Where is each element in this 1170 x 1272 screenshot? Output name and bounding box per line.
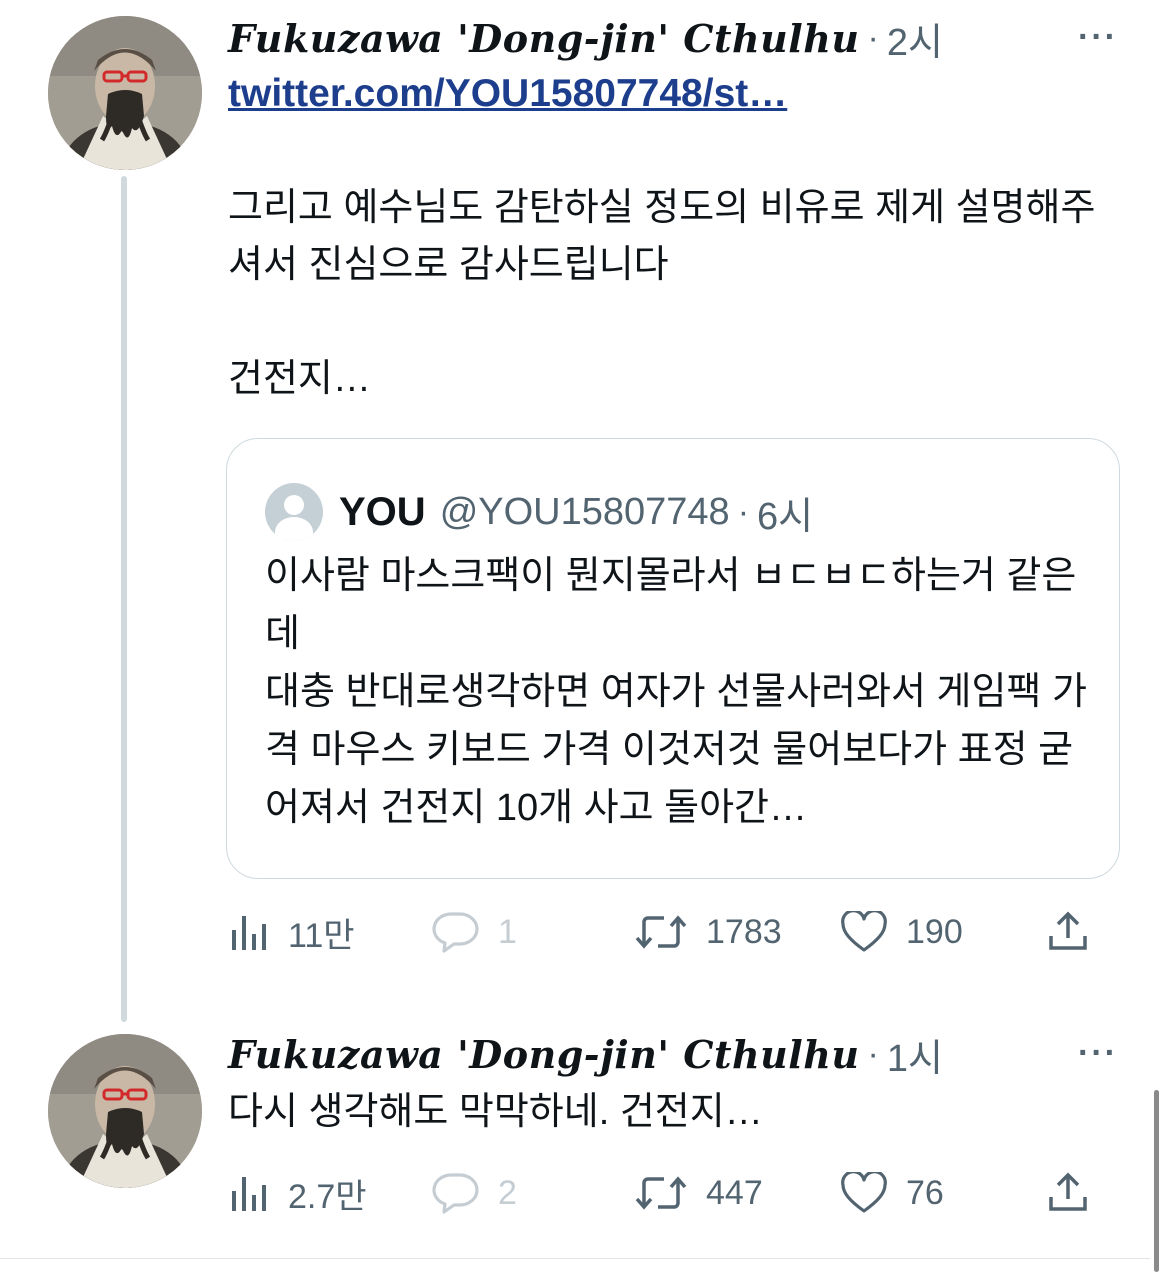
views-button[interactable]: 11만 — [228, 902, 355, 962]
separator-dot: · — [867, 18, 879, 57]
retweet-button[interactable]: 447 — [634, 1163, 763, 1223]
views-count: 11만 — [288, 916, 355, 955]
retweet-arrows-icon — [635, 1176, 687, 1210]
quoted-author-handle: @YOU15807748 — [439, 490, 730, 533]
reply-button[interactable]: 2 — [432, 1163, 517, 1223]
like-button[interactable]: 76 — [840, 1163, 944, 1223]
retweet-count: 1783 — [706, 912, 782, 951]
share-upload-icon — [1049, 911, 1087, 950]
avatar-portrait-icon[interactable] — [48, 1034, 202, 1188]
bar-chart-icon — [232, 1177, 266, 1211]
reply-count: 2 — [498, 1173, 517, 1212]
share-upload-icon — [1049, 1172, 1087, 1211]
quoted-tweet-time: 6시 — [757, 495, 814, 538]
tweet-text: 다시 생각해도 막막하네. 건전지… — [228, 1091, 763, 1133]
thread-connector-line — [121, 176, 127, 1022]
views-count: 2.7만 — [288, 1177, 367, 1216]
views-button[interactable]: 2.7만 — [228, 1163, 367, 1223]
share-button[interactable] — [1046, 902, 1090, 962]
speech-bubble-icon — [432, 1173, 479, 1214]
tweet-time[interactable]: 1시 — [887, 1027, 943, 1082]
tweet-text: 그리고 예수님도 감탄하실 정도의 비유로 제게 설명해주셔서 진심으로 감사드… — [228, 187, 1096, 400]
like-count: 76 — [906, 1173, 944, 1212]
heart-icon — [841, 1172, 887, 1213]
separator-dot: · — [737, 492, 750, 531]
retweet-arrows-icon — [635, 915, 687, 949]
scrollbar[interactable] — [1154, 1090, 1159, 1272]
tweet-header: Fukuzawa 'Dong-jin' Cthulhu · 2시 — [228, 14, 943, 64]
like-button[interactable]: 190 — [840, 902, 963, 962]
quoted-author-name: YOU — [339, 489, 426, 534]
divider — [0, 1258, 1150, 1259]
author-name[interactable]: Fukuzawa 'Dong-jin' Cthulhu — [228, 1032, 859, 1077]
heart-icon — [841, 911, 887, 952]
quoted-tweet-text: 이사람 마스크팩이 뭔지몰라서 ㅂㄷㅂㄷ하는거 같은데 대충 반대로생각하면 여… — [265, 555, 1087, 829]
default-user-icon — [265, 483, 323, 541]
separator-dot: · — [867, 1034, 879, 1073]
speech-bubble-icon — [432, 912, 479, 953]
retweet-count: 447 — [706, 1173, 763, 1212]
reply-button[interactable]: 1 — [432, 902, 517, 962]
tweet-header: Fukuzawa 'Dong-jin' Cthulhu · 1시 — [228, 1030, 943, 1080]
retweet-button[interactable]: 1783 — [634, 902, 782, 962]
tweet-actions: 2.7만 2 447 76 — [228, 1163, 1098, 1223]
avatar-portrait-icon[interactable] — [48, 16, 202, 170]
tweet-link[interactable]: twitter.com/YOU15807748/st… — [228, 72, 787, 116]
tweet-time[interactable]: 2시 — [887, 11, 943, 66]
more-dots-icon[interactable]: ··· — [1078, 1034, 1118, 1073]
tweet-actions: 11만 1 1783 190 — [228, 902, 1098, 962]
reply-count: 1 — [498, 912, 517, 951]
author-name[interactable]: Fukuzawa 'Dong-jin' Cthulhu — [228, 16, 859, 61]
like-count: 190 — [906, 912, 963, 951]
bar-chart-icon — [232, 916, 266, 950]
quoted-tweet[interactable]: YOU @YOU15807748 · 6시 이사람 마스크팩이 뭔지몰라서 ㅂㄷ… — [226, 438, 1120, 879]
more-dots-icon[interactable]: ··· — [1078, 18, 1118, 57]
share-button[interactable] — [1046, 1163, 1090, 1223]
quoted-tweet-header: YOU @YOU15807748 · 6시 — [265, 483, 813, 541]
